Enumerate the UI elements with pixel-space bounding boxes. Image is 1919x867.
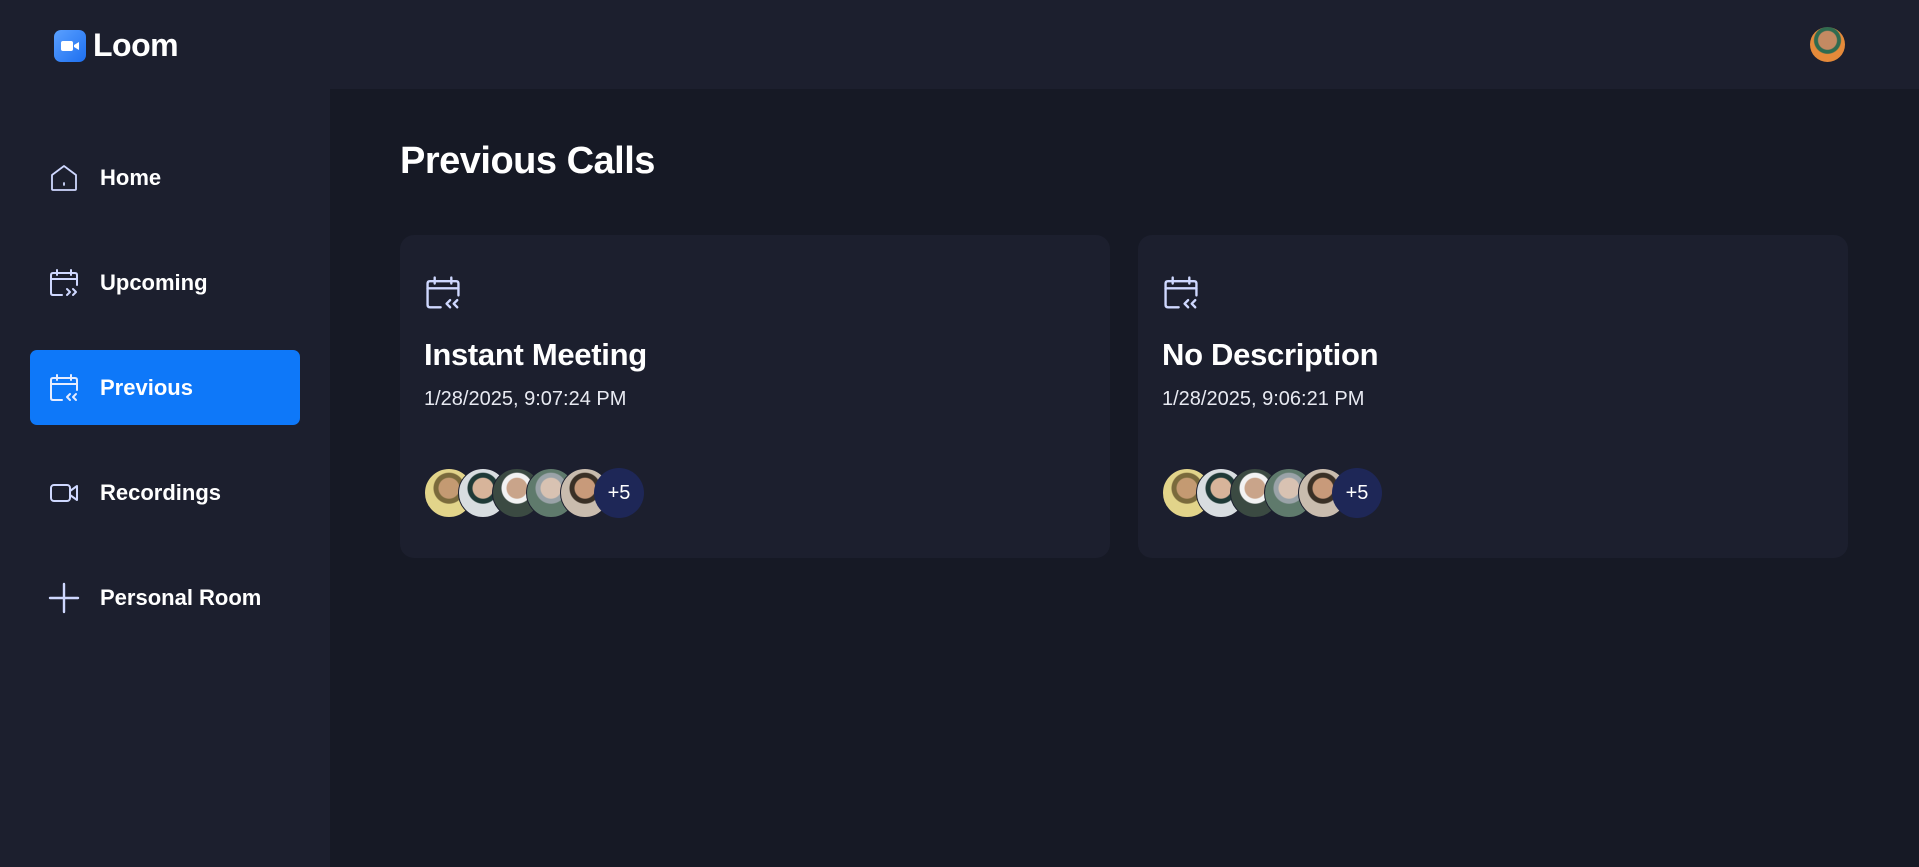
calendar-back-icon [424, 274, 462, 312]
user-avatar[interactable] [1810, 27, 1845, 62]
meeting-title: Instant Meeting [424, 337, 647, 372]
meeting-date: 1/28/2025, 9:06:21 PM [1162, 388, 1365, 410]
app-name: Loom [93, 27, 179, 63]
attendee-avatars: +5 [424, 468, 664, 520]
sidebar-item-label: Personal Room [100, 584, 262, 610]
sidebar-item-previous[interactable]: Previous [30, 350, 300, 425]
attendee-avatars: +5 [1162, 468, 1402, 520]
sidebar-item-home[interactable]: Home [30, 140, 300, 215]
home-icon [48, 162, 80, 194]
sidebar-item-label: Recordings [100, 479, 222, 505]
calendar-forward-icon [48, 267, 80, 299]
sidebar-item-upcoming[interactable]: Upcoming [30, 245, 300, 320]
plus-icon [48, 582, 80, 614]
calendar-back-icon [48, 372, 80, 404]
page-title: Previous Calls [400, 140, 655, 182]
sidebar: Home Upcoming Previous Recordings Person… [0, 89, 330, 867]
app-logo[interactable]: Loom [54, 27, 179, 64]
more-attendees-badge: +5 [594, 468, 644, 518]
calendar-back-icon [1162, 274, 1200, 312]
sidebar-item-label: Previous [100, 374, 193, 400]
more-attendees-badge: +5 [1332, 468, 1382, 518]
video-camera-logo-icon [54, 29, 86, 62]
video-icon [48, 477, 80, 509]
meeting-title: No Description [1162, 337, 1379, 372]
meeting-card[interactable]: No Description 1/28/2025, 9:06:21 PM +5 [1138, 235, 1848, 558]
meeting-date: 1/28/2025, 9:07:24 PM [424, 388, 627, 410]
sidebar-item-label: Upcoming [100, 269, 208, 295]
sidebar-item-label: Home [100, 164, 162, 190]
sidebar-item-personal-room[interactable]: Personal Room [30, 560, 300, 635]
sidebar-item-recordings[interactable]: Recordings [30, 455, 300, 530]
top-bar: Loom [0, 0, 1919, 89]
meeting-card[interactable]: Instant Meeting 1/28/2025, 9:07:24 PM +5 [400, 235, 1110, 558]
